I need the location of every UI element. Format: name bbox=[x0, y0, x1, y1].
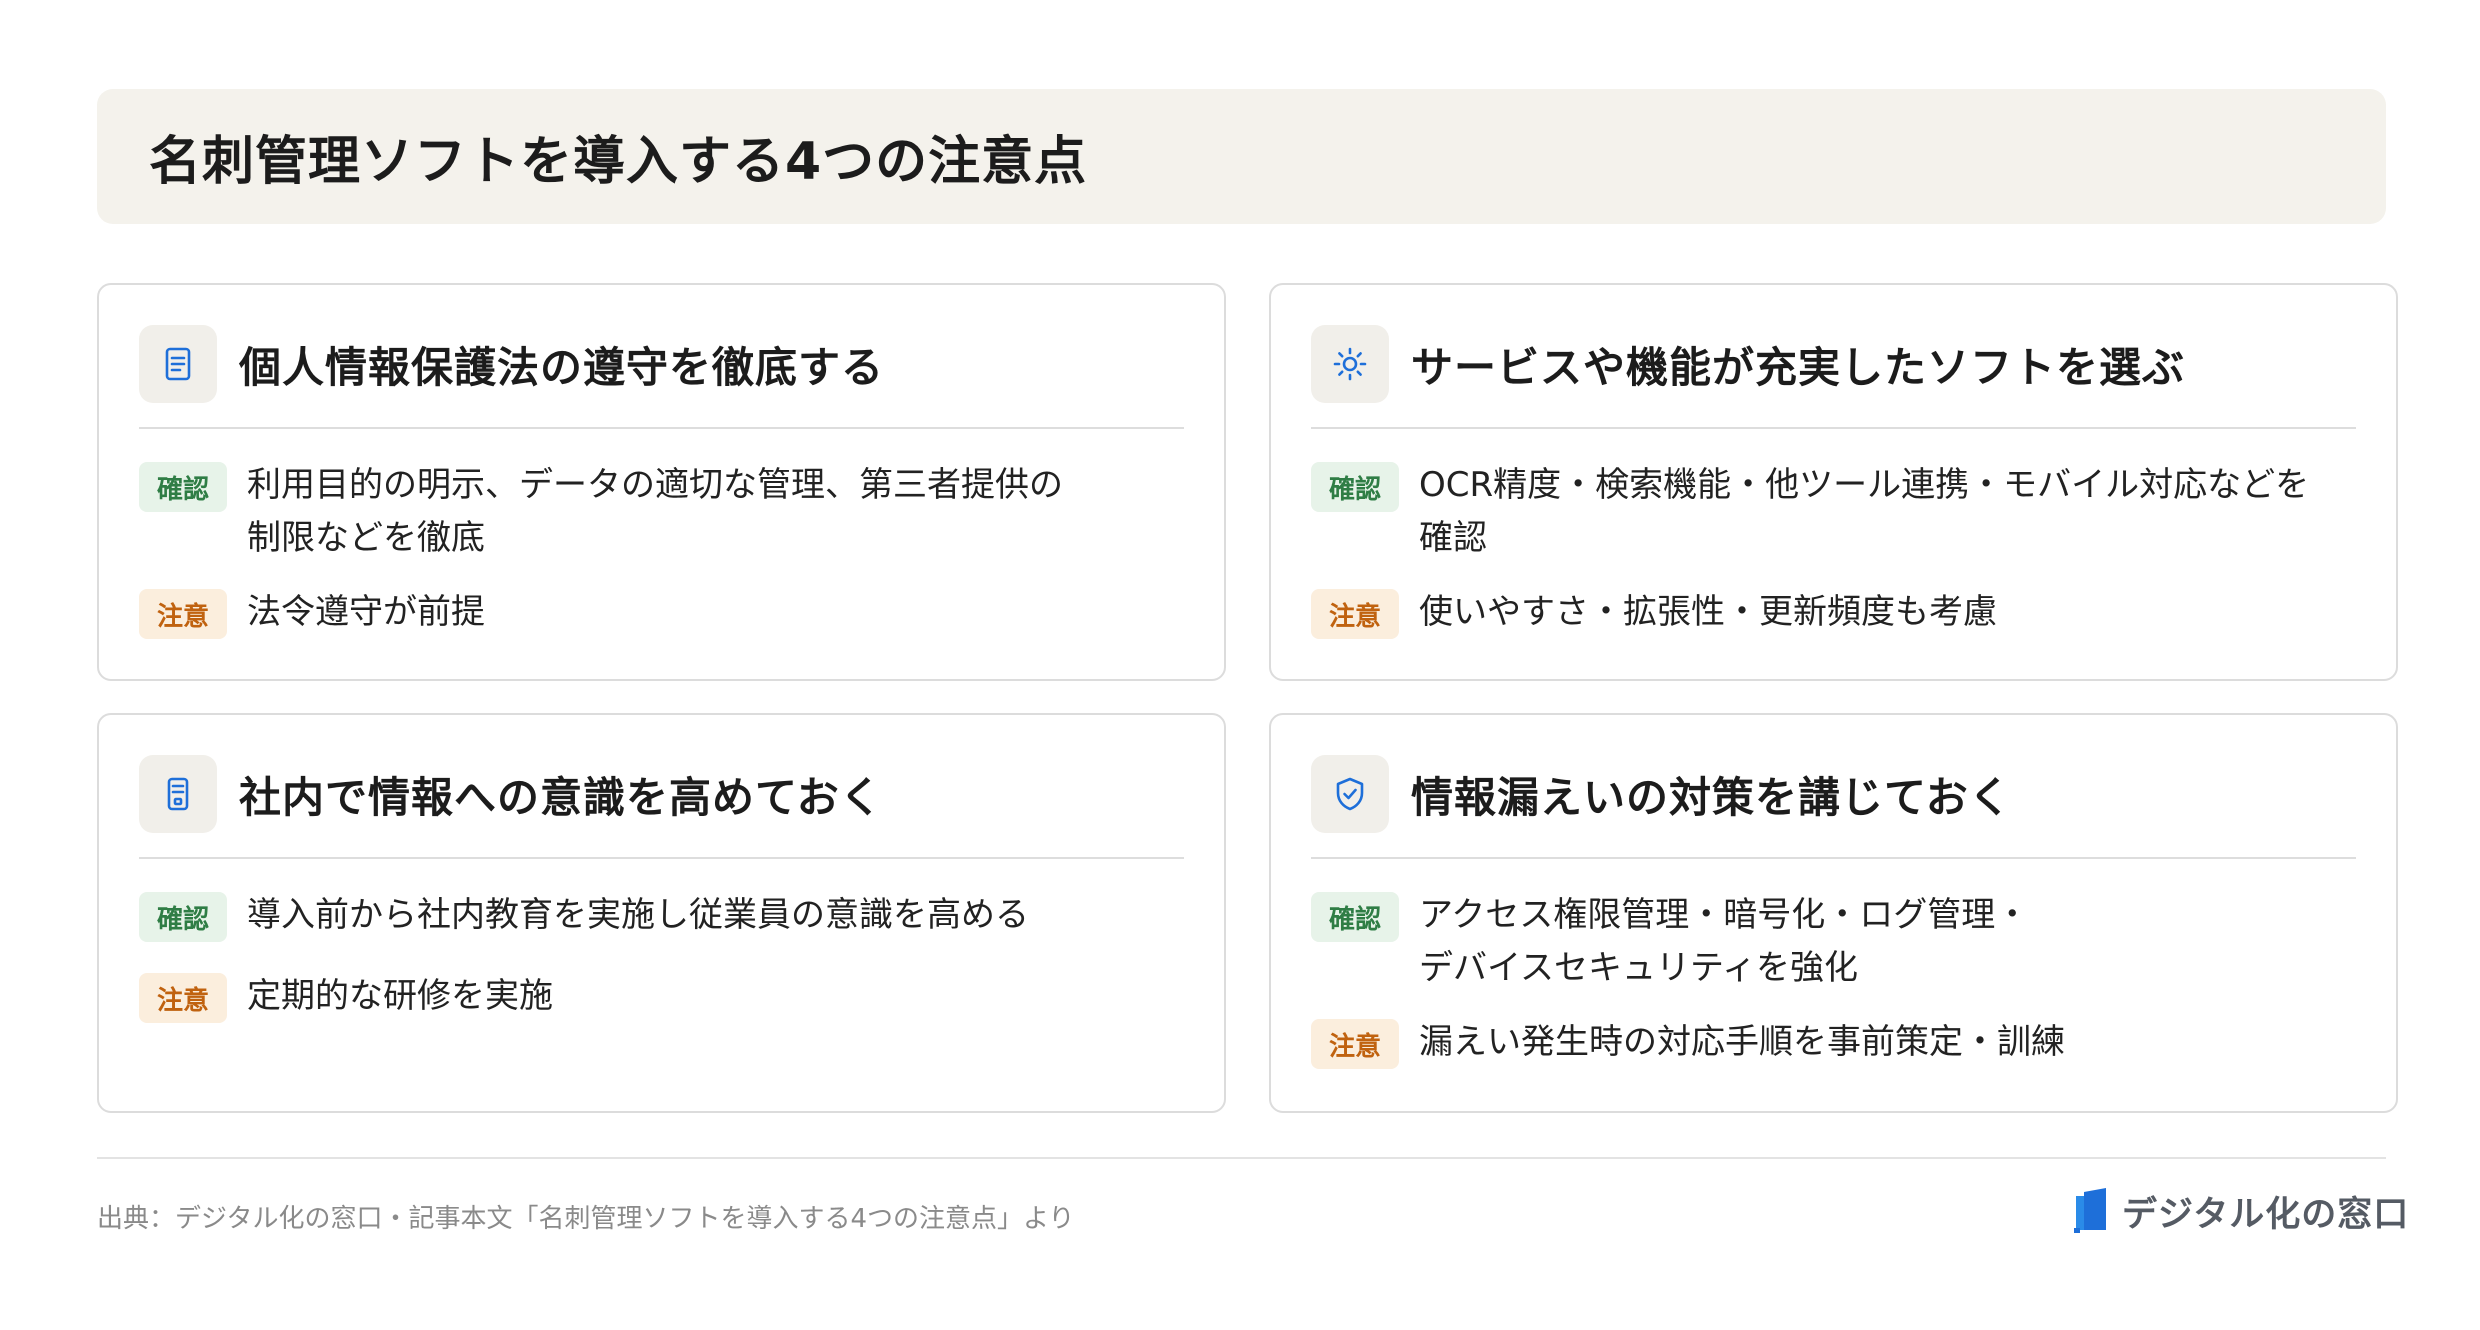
card-leak-prevention: 情報漏えいの対策を講じておく 確認 アクセス権限管理・暗号化・ログ管理・ デバイ… bbox=[1269, 713, 2398, 1113]
page-title: 名刺管理ソフトを導入する4つの注意点 bbox=[149, 132, 1088, 192]
card-title: 個人情報保護法の遵守を徹底する bbox=[239, 342, 885, 392]
card-header: 個人情報保護法の遵守を徹底する bbox=[139, 325, 1184, 403]
shield-check-icon bbox=[1311, 755, 1389, 833]
document-icon bbox=[139, 325, 217, 403]
confirm-tag: 確認 bbox=[139, 892, 227, 942]
caution-text: 漏えい発生時の対応手順を事前策定・訓練 bbox=[1419, 1022, 2065, 1062]
card-internal-awareness: 社内で情報への意識を高めておく 確認 導入前から社内教育を実施し従業員の意識を高… bbox=[97, 713, 1226, 1113]
confirm-text: アクセス権限管理・暗号化・ログ管理・ デバイスセキュリティを強化 bbox=[1419, 895, 2030, 988]
confirm-row: 確認 アクセス権限管理・暗号化・ログ管理・ デバイスセキュリティを強化 bbox=[1311, 892, 2356, 995]
confirm-text: OCR精度・検索機能・他ツール連携・モバイル対応などを 確認 bbox=[1419, 465, 2310, 558]
title-banner: 名刺管理ソフトを導入する4つの注意点 bbox=[97, 89, 2386, 224]
caution-tag: 注意 bbox=[139, 973, 227, 1023]
card-title: 社内で情報への意識を高めておく bbox=[239, 772, 883, 822]
confirm-row: 確認 導入前から社内教育を実施し従業員の意識を高める bbox=[139, 892, 1184, 942]
source-credit: 出典：デジタル化の窓口・記事本文「名刺管理ソフトを導入する4つの注意点」より bbox=[97, 1204, 1075, 1234]
confirm-text: 利用目的の明示、データの適切な管理、第三者提供の 制限などを徹底 bbox=[247, 465, 1063, 558]
badge-icon bbox=[139, 755, 217, 833]
caution-text: 定期的な研修を実施 bbox=[247, 976, 553, 1016]
card-header: 社内で情報への意識を高めておく bbox=[139, 755, 1184, 833]
brand-logo: デジタル化の窓口 bbox=[2072, 1186, 2409, 1237]
caution-row: 注意 漏えい発生時の対応手順を事前策定・訓練 bbox=[1311, 1019, 2356, 1069]
divider bbox=[1311, 427, 2356, 429]
divider bbox=[1311, 857, 2356, 859]
confirm-tag: 確認 bbox=[1311, 462, 1399, 512]
card-feature-rich-software: サービスや機能が充実したソフトを選ぶ 確認 OCR精度・検索機能・他ツール連携・… bbox=[1269, 283, 2398, 681]
caution-tag: 注意 bbox=[139, 589, 227, 639]
caution-tag: 注意 bbox=[1311, 1019, 1399, 1069]
divider bbox=[139, 427, 1184, 429]
caution-row: 注意 法令遵守が前提 bbox=[139, 589, 1184, 639]
card-privacy-law: 個人情報保護法の遵守を徹底する 確認 利用目的の明示、データの適切な管理、第三者… bbox=[97, 283, 1226, 681]
caution-row: 注意 定期的な研修を実施 bbox=[139, 973, 1184, 1023]
footer-divider bbox=[97, 1157, 2386, 1159]
caution-tag: 注意 bbox=[1311, 589, 1399, 639]
caution-row: 注意 使いやすさ・拡張性・更新頻度も考慮 bbox=[1311, 589, 2356, 639]
caution-text: 使いやすさ・拡張性・更新頻度も考慮 bbox=[1419, 592, 1997, 632]
card-header: 情報漏えいの対策を講じておく bbox=[1311, 755, 2356, 833]
sun-icon bbox=[1311, 325, 1389, 403]
divider bbox=[139, 857, 1184, 859]
card-header: サービスや機能が充実したソフトを選ぶ bbox=[1311, 325, 2356, 403]
confirm-tag: 確認 bbox=[139, 462, 227, 512]
card-title: 情報漏えいの対策を講じておく bbox=[1411, 772, 2012, 822]
logo-text: デジタル化の窓口 bbox=[2122, 1195, 2410, 1235]
card-title: サービスや機能が充実したソフトを選ぶ bbox=[1411, 342, 2186, 392]
caution-text: 法令遵守が前提 bbox=[247, 592, 485, 632]
confirm-row: 確認 利用目的の明示、データの適切な管理、第三者提供の 制限などを徹底 bbox=[139, 462, 1184, 565]
confirm-text: 導入前から社内教育を実施し従業員の意識を高める bbox=[247, 895, 1029, 935]
confirm-tag: 確認 bbox=[1311, 892, 1399, 942]
window-logo-icon bbox=[2074, 1187, 2106, 1233]
confirm-row: 確認 OCR精度・検索機能・他ツール連携・モバイル対応などを 確認 bbox=[1311, 462, 2356, 565]
